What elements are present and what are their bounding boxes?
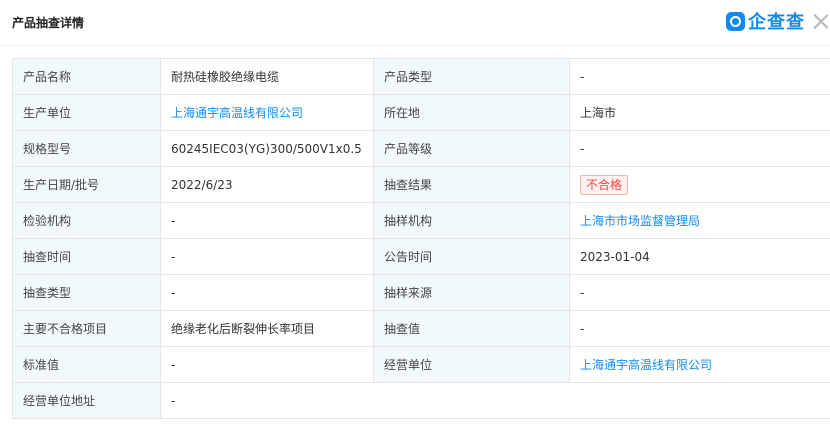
check-value-value: - [569,310,830,347]
sampling-org-link[interactable]: 上海市市场监督管理局 [580,214,700,228]
operator-label: 经营单位 [373,346,570,383]
qichacha-logo-icon [726,11,745,31]
producer-link[interactable]: 上海通宇高温线有限公司 [171,106,303,120]
operator-address-value: - [160,382,830,419]
table-row: 抽查类型 - 抽样来源 - [12,274,830,311]
result-fail-badge: 不合格 [580,174,629,195]
inspection-org-label: 检验机构 [12,202,161,239]
check-value-label: 抽查值 [373,310,570,347]
table-row: 生产单位 上海通宇高温线有限公司 所在地 上海市 [12,94,830,131]
check-type-value: - [160,274,374,311]
result-label: 抽查结果 [373,166,570,203]
sample-source-value: - [569,274,830,311]
dialog-header: 产品抽查详情 企查查 [0,0,830,46]
table-row: 标准值 - 经营单位 上海通宇高温线有限公司 [12,346,830,383]
check-time-label: 抽查时间 [12,238,161,275]
operator-link[interactable]: 上海通宇高温线有限公司 [580,358,712,372]
announce-time-value: 2023-01-04 [569,238,830,275]
table-row: 主要不合格项目 绝缘老化后断裂伸长率项目 抽查值 - [12,310,830,347]
table-row: 产品名称 耐热硅橡胶绝缘电缆 产品类型 - [12,58,830,95]
check-type-label: 抽查类型 [12,274,161,311]
close-icon[interactable] [812,11,830,31]
table-row: 抽查时间 - 公告时间 2023-01-04 [12,238,830,275]
standard-label: 标准值 [12,346,161,383]
product-name-value: 耐热硅橡胶绝缘电缆 [160,58,374,95]
table-row: 规格型号 60245IEC03(YG)300/500V1x0.5 产品等级 - [12,130,830,167]
spec-value: 60245IEC03(YG)300/500V1x0.5 [160,130,374,167]
product-type-value: - [569,58,830,95]
brand: 企查查 [726,9,805,33]
product-type-label: 产品类型 [373,58,570,95]
producer-label: 生产单位 [12,94,161,131]
sample-source-label: 抽样来源 [373,274,570,311]
location-value: 上海市 [569,94,830,131]
standard-value: - [160,346,374,383]
location-label: 所在地 [373,94,570,131]
grade-value: - [569,130,830,167]
batch-value: 2022/6/23 [160,166,374,203]
product-name-label: 产品名称 [12,58,161,95]
page-title: 产品抽查详情 [12,16,85,30]
detail-table: 产品名称 耐热硅橡胶绝缘电缆 产品类型 - 生产单位 上海通宇高温线有限公司 所… [12,58,830,419]
table-row: 生产日期/批号 2022/6/23 抽查结果 不合格 [12,166,830,203]
failed-items-label: 主要不合格项目 [12,310,161,347]
failed-items-value: 绝缘老化后断裂伸长率项目 [160,310,374,347]
inspection-org-value: - [160,202,374,239]
brand-name: 企查查 [748,12,805,33]
operator-address-label: 经营单位地址 [12,382,161,419]
table-row: 检验机构 - 抽样机构 上海市市场监督管理局 [12,202,830,239]
check-time-value: - [160,238,374,275]
announce-time-label: 公告时间 [373,238,570,275]
spec-label: 规格型号 [12,130,161,167]
batch-label: 生产日期/批号 [12,166,161,203]
sampling-org-label: 抽样机构 [373,202,570,239]
grade-label: 产品等级 [373,130,570,167]
table-row: 经营单位地址 - [12,382,830,419]
